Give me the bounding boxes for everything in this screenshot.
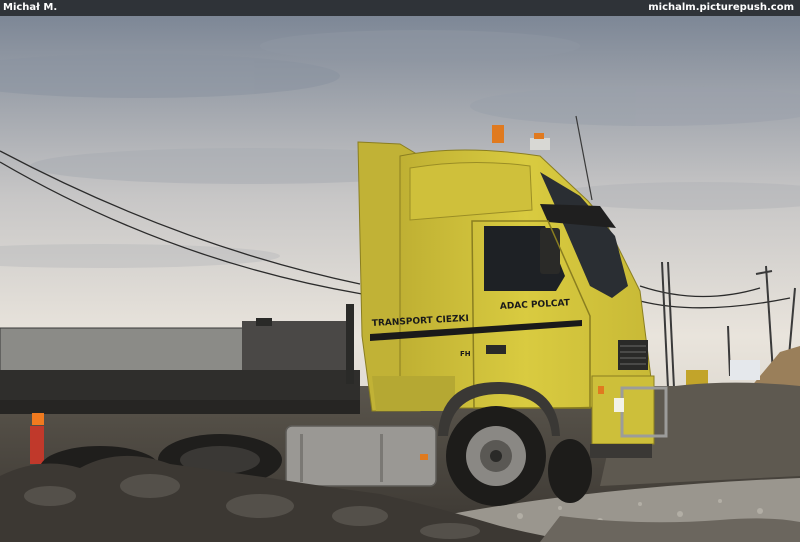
author-watermark: Michał M. (3, 2, 58, 13)
roof-beacon-right (530, 138, 550, 150)
model-badge: FH (460, 350, 471, 358)
photo-frame: Michał M. michalm.picturepush.com TRANSP… (0, 0, 800, 542)
roof-beacon-left (492, 125, 504, 143)
distant-truck (730, 360, 760, 380)
side-mirror (540, 228, 560, 274)
truck-photo: TRANSPORT CIEZKI ADAC POLCAT FH (0, 16, 800, 542)
photo-scene: TRANSPORT CIEZKI ADAC POLCAT FH (0, 16, 800, 542)
trailer-warning-light (32, 413, 44, 425)
front-grille (618, 340, 648, 370)
site-watermark: michalm.picturepush.com (648, 2, 794, 13)
fuel-tank (285, 425, 437, 487)
watermark-bar: Michał M. michalm.picturepush.com (0, 0, 800, 16)
